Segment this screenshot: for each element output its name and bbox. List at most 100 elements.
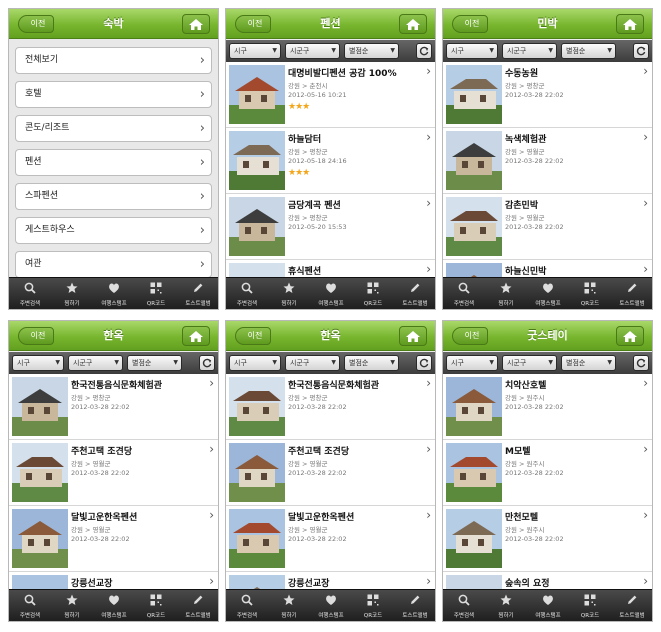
list-item[interactable]: 하늘담터 강원 > 평창군 2012-05-18 24:16 ★★★ › bbox=[226, 128, 435, 194]
tab-toast-album[interactable]: 토스트앨범 bbox=[394, 590, 435, 621]
category-inn[interactable]: 여관 › bbox=[15, 251, 212, 278]
list-item[interactable]: 수동농원 강원 > 평창군 2012-03-28 22:02 › bbox=[443, 62, 652, 128]
list-item[interactable]: 한국전통음식문화체험관 강원 > 평창군 2012-03-28 22:02 › bbox=[226, 374, 435, 440]
sort-select[interactable]: 별점순 ▼ bbox=[561, 43, 616, 59]
tab-toast-album[interactable]: 토스트앨범 bbox=[611, 278, 652, 309]
district-select[interactable]: 시군구 ▼ bbox=[502, 355, 557, 371]
tab-nearby-search[interactable]: 주변검색 bbox=[9, 590, 51, 621]
tab-nearby-search[interactable]: 주변검색 bbox=[9, 278, 51, 309]
page-title: 숙박 bbox=[103, 17, 124, 30]
tab-travel-stamp[interactable]: 여행스탬프 bbox=[93, 278, 135, 309]
list-item[interactable]: 녹색체험관 강원 > 영월군 2012-03-28 22:02 › bbox=[443, 128, 652, 194]
district-select[interactable]: 시군구 ▼ bbox=[68, 355, 123, 371]
tab-nearby-search[interactable]: 주변검색 bbox=[443, 590, 485, 621]
back-button[interactable]: 이전 bbox=[235, 327, 271, 345]
back-button[interactable]: 이전 bbox=[18, 327, 54, 345]
tab-qr-code[interactable]: QR코드 bbox=[135, 278, 177, 309]
list-item[interactable]: 치악산호텔 강원 > 원주시 2012-03-28 22:02 › bbox=[443, 374, 652, 440]
list-item[interactable]: 주천고택 조견당 강원 > 영월군 2012-03-28 22:02 › bbox=[226, 440, 435, 506]
refresh-button[interactable] bbox=[633, 43, 649, 59]
category-all[interactable]: 전체보기 › bbox=[15, 47, 212, 74]
tab-favorites[interactable]: 찜하기 bbox=[268, 278, 310, 309]
home-button[interactable] bbox=[182, 326, 210, 346]
list-item[interactable]: 달빛고운한옥펜션 강원 > 영월군 2012-03-28 22:02 › bbox=[9, 506, 218, 572]
tab-label: 토스트앨범 bbox=[402, 613, 428, 619]
back-button[interactable]: 이전 bbox=[452, 327, 488, 345]
sort-select[interactable]: 별점순 ▼ bbox=[344, 355, 399, 371]
tab-qr-code[interactable]: QR코드 bbox=[569, 590, 611, 621]
chevron-right-icon: › bbox=[209, 574, 214, 588]
list-item[interactable]: 만천모텔 강원 > 원주시 2012-03-28 22:02 › bbox=[443, 506, 652, 572]
tab-travel-stamp[interactable]: 여행스탬프 bbox=[527, 278, 569, 309]
home-button[interactable] bbox=[399, 326, 427, 346]
list-item[interactable]: 감촌민박 강원 > 영월군 2012-03-28 22:02 › bbox=[443, 194, 652, 260]
item-title: 달빛고운한옥펜션 bbox=[288, 513, 355, 523]
back-button[interactable]: 이전 bbox=[18, 15, 54, 33]
list-item[interactable]: 숲속의 요정 › bbox=[443, 572, 652, 590]
tab-favorites[interactable]: 찜하기 bbox=[268, 590, 310, 621]
list-item[interactable]: 강릉선교장 › bbox=[226, 572, 435, 590]
list-item[interactable]: 강릉선교장 › bbox=[9, 572, 218, 590]
category-guesthouse[interactable]: 게스트하우스 › bbox=[15, 217, 212, 244]
tab-qr-code[interactable]: QR코드 bbox=[352, 278, 394, 309]
back-button[interactable]: 이전 bbox=[235, 15, 271, 33]
category-pension[interactable]: 펜션 › bbox=[15, 149, 212, 176]
region-select-value: 시구 bbox=[17, 359, 30, 367]
pencil-icon bbox=[194, 595, 203, 604]
chevron-right-icon: › bbox=[209, 508, 214, 522]
list-item[interactable]: 한국전통음식문화체험관 강원 > 평창군 2012-03-28 22:02 › bbox=[9, 374, 218, 440]
tab-favorites[interactable]: 찜하기 bbox=[51, 590, 93, 621]
category-condo-resort[interactable]: 콘도/리조트 › bbox=[15, 115, 212, 142]
tab-nearby-search[interactable]: 주변검색 bbox=[443, 278, 485, 309]
sort-select[interactable]: 별점순 ▼ bbox=[127, 355, 182, 371]
star-icon bbox=[283, 594, 295, 605]
tab-toast-album[interactable]: 토스트앨범 bbox=[394, 278, 435, 309]
district-select[interactable]: 시군구 ▼ bbox=[285, 43, 340, 59]
tab-favorites[interactable]: 찜하기 bbox=[485, 590, 527, 621]
sort-select[interactable]: 별점순 ▼ bbox=[344, 43, 399, 59]
tab-travel-stamp[interactable]: 여행스탬프 bbox=[527, 590, 569, 621]
tab-toast-album[interactable]: 토스트앨범 bbox=[611, 590, 652, 621]
district-select[interactable]: 시군구 ▼ bbox=[502, 43, 557, 59]
refresh-button[interactable] bbox=[199, 355, 215, 371]
tab-toast-album[interactable]: 토스트앨범 bbox=[177, 278, 218, 309]
list-item[interactable]: 주천고택 조견당 강원 > 영월군 2012-03-28 22:02 › bbox=[9, 440, 218, 506]
tab-nearby-search[interactable]: 주변검색 bbox=[226, 590, 268, 621]
refresh-button[interactable] bbox=[633, 355, 649, 371]
district-select[interactable]: 시군구 ▼ bbox=[285, 355, 340, 371]
home-button[interactable] bbox=[616, 326, 644, 346]
page-title: 한옥 bbox=[103, 329, 124, 342]
home-button[interactable] bbox=[182, 14, 210, 34]
refresh-button[interactable] bbox=[416, 355, 432, 371]
list-item[interactable]: 하늘신민박 › bbox=[443, 260, 652, 278]
tab-qr-code[interactable]: QR코드 bbox=[569, 278, 611, 309]
home-button[interactable] bbox=[616, 14, 644, 34]
tab-travel-stamp[interactable]: 여행스탬프 bbox=[310, 590, 352, 621]
list-item[interactable]: 금당계곡 펜션 강원 > 평창군 2012-05-20 15:53 › bbox=[226, 194, 435, 260]
region-select[interactable]: 시구 ▼ bbox=[229, 355, 281, 371]
tab-favorites[interactable]: 찜하기 bbox=[51, 278, 93, 309]
chevron-down-icon: ▼ bbox=[272, 47, 277, 54]
back-button[interactable]: 이전 bbox=[452, 15, 488, 33]
tab-qr-code[interactable]: QR코드 bbox=[352, 590, 394, 621]
tab-travel-stamp[interactable]: 여행스탬프 bbox=[93, 590, 135, 621]
list-item[interactable]: 달빛고운한옥펜션 강원 > 영월군 2012-03-28 22:02 › bbox=[226, 506, 435, 572]
category-hotel[interactable]: 호텔 › bbox=[15, 81, 212, 108]
region-select[interactable]: 시구 ▼ bbox=[446, 355, 498, 371]
home-button[interactable] bbox=[399, 14, 427, 34]
refresh-button[interactable] bbox=[416, 43, 432, 59]
region-select[interactable]: 시구 ▼ bbox=[446, 43, 498, 59]
tab-toast-album[interactable]: 토스트앨범 bbox=[177, 590, 218, 621]
list-item[interactable]: 대명비발디펜션 공감 100% 강원 > 춘천시 2012-05-16 10:21 ★… bbox=[226, 62, 435, 128]
tab-nearby-search[interactable]: 주변검색 bbox=[226, 278, 268, 309]
region-select[interactable]: 시구 ▼ bbox=[229, 43, 281, 59]
list-item[interactable]: 휴식펜션 › bbox=[226, 260, 435, 278]
tab-travel-stamp[interactable]: 여행스탬프 bbox=[310, 278, 352, 309]
region-select-value: 시구 bbox=[234, 359, 247, 367]
sort-select[interactable]: 별점순 ▼ bbox=[561, 355, 616, 371]
tab-qr-code[interactable]: QR코드 bbox=[135, 590, 177, 621]
tab-favorites[interactable]: 찜하기 bbox=[485, 278, 527, 309]
category-spa-pension[interactable]: 스파펜션 › bbox=[15, 183, 212, 210]
list-item[interactable]: M모텔 강원 > 원주시 2012-03-28 22:02 › bbox=[443, 440, 652, 506]
region-select[interactable]: 시구 ▼ bbox=[12, 355, 64, 371]
